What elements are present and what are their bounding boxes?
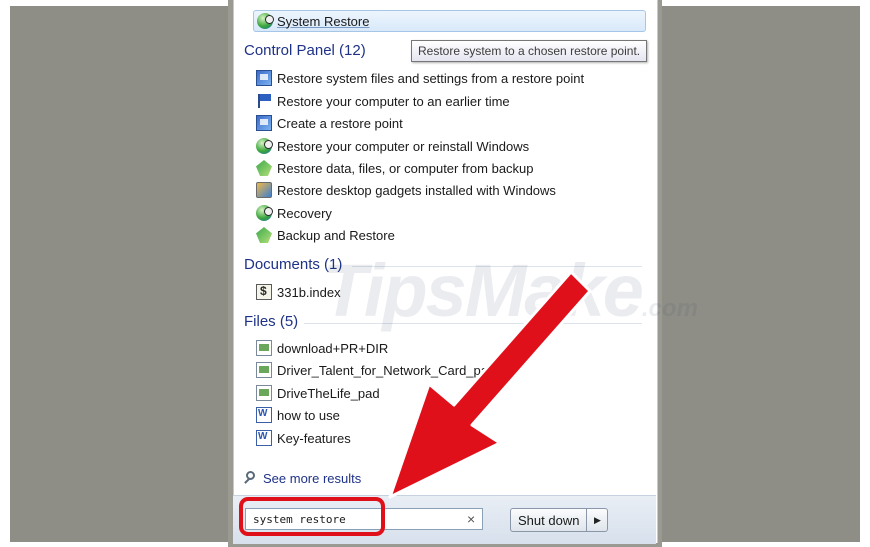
annotation-arrow-shape [388, 270, 592, 499]
annotation-arrow-icon [388, 270, 592, 499]
